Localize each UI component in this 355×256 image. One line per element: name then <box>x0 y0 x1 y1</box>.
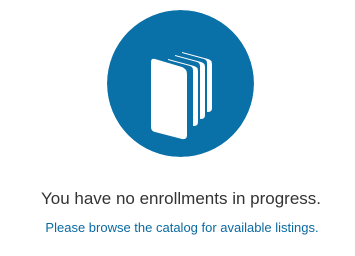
empty-enrollments-state: You have no enrollments in progress. Ple… <box>0 0 355 256</box>
empty-state-headline: You have no enrollments in progress. <box>40 189 322 208</box>
browse-catalog-link[interactable]: Please browse the catalog for available … <box>0 219 355 237</box>
books-icon <box>107 10 254 157</box>
